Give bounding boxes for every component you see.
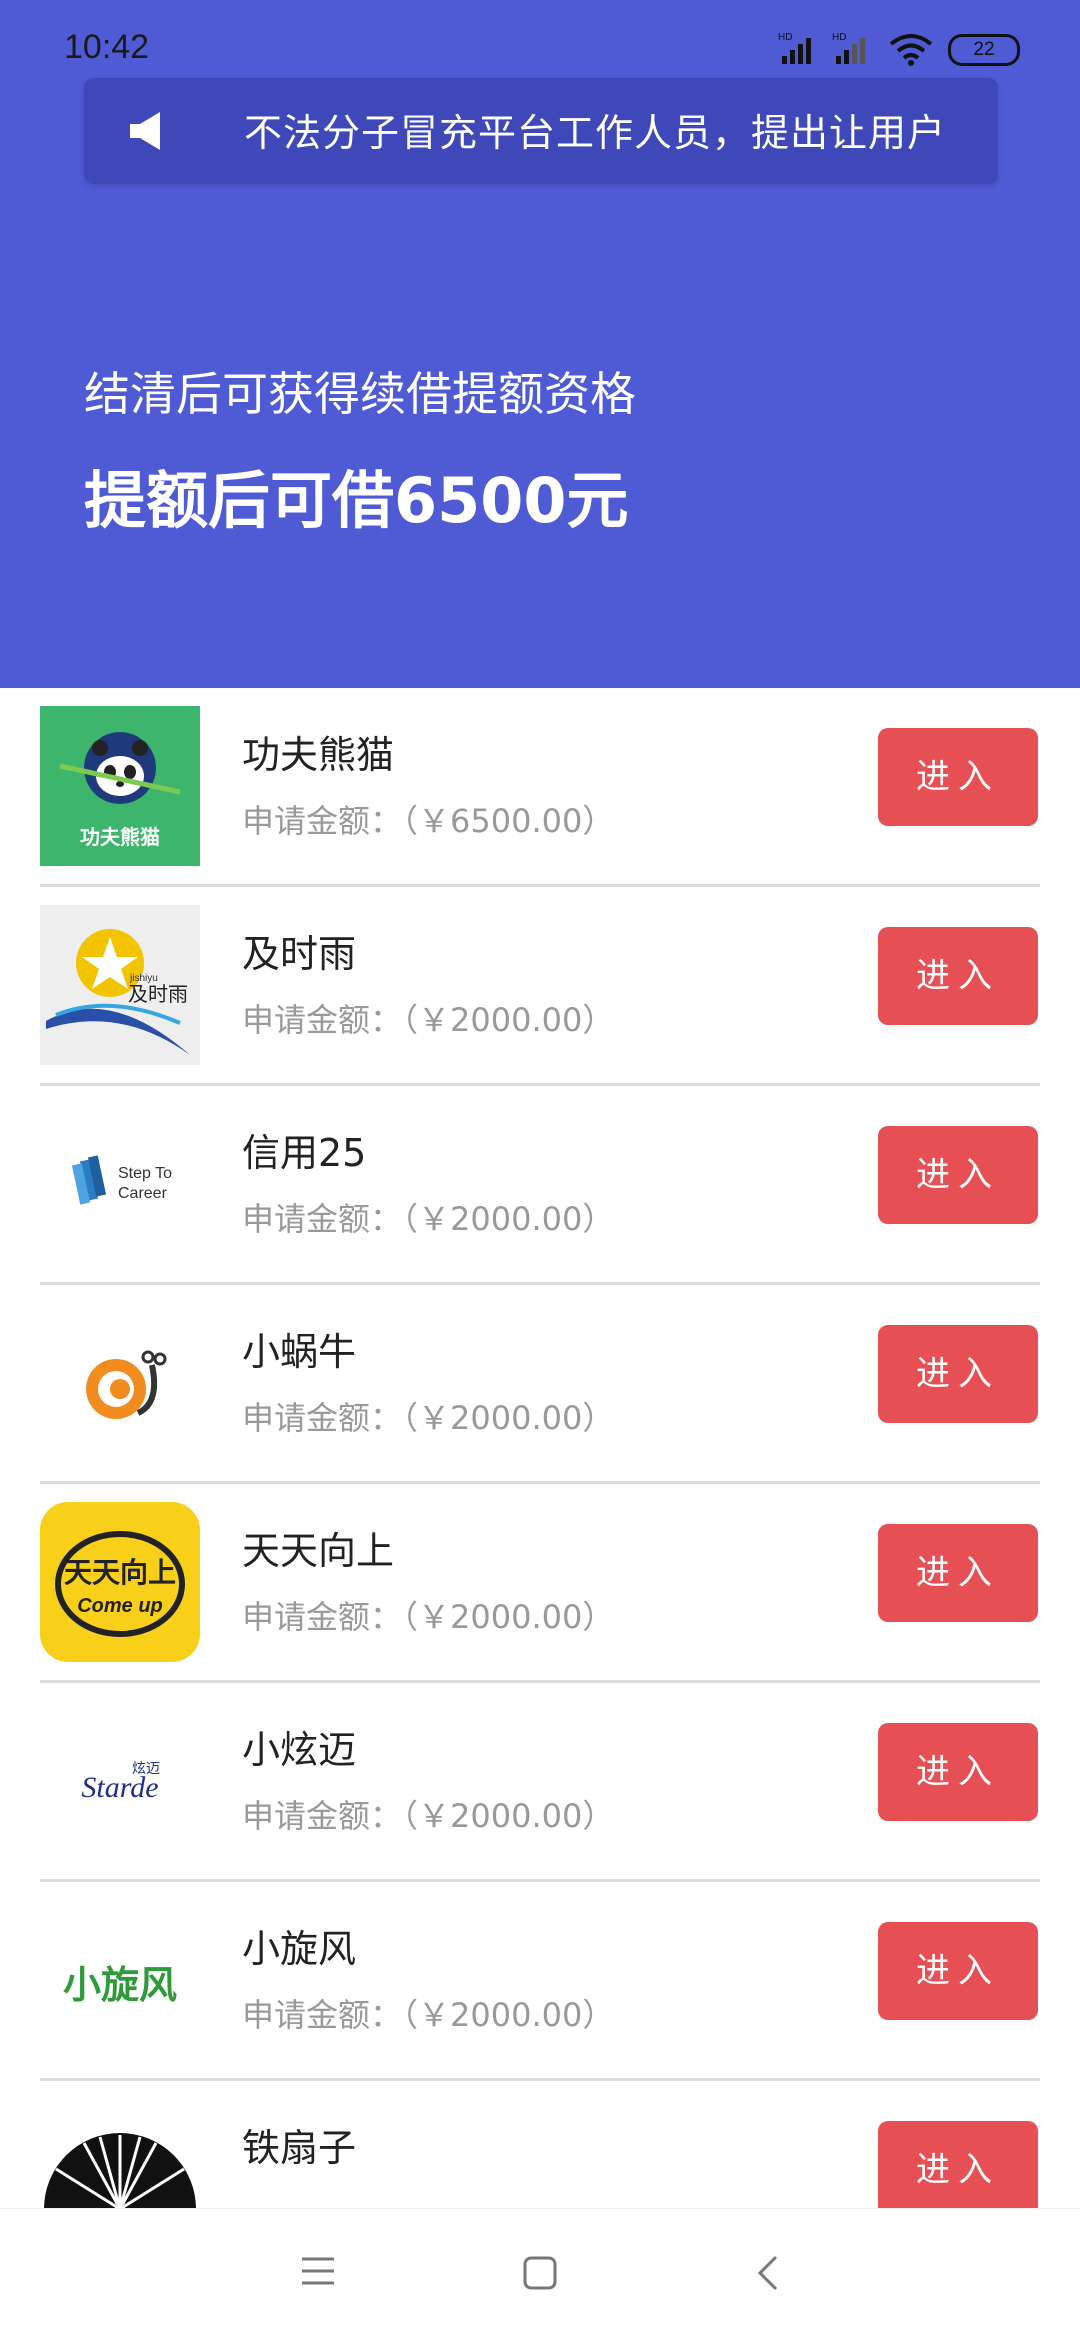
system-nav-bar xyxy=(0,2208,1080,2341)
battery-indicator: 22 xyxy=(948,34,1020,66)
svg-text:HD: HD xyxy=(832,32,846,43)
come-up-logo: 天天向上 Come up xyxy=(40,1502,200,1662)
enter-button[interactable]: 进入 xyxy=(878,1325,1038,1423)
list-item[interactable]: Step To Career 信用25 申请金额：（￥2000.00） 进入 xyxy=(0,1086,1080,1285)
enter-button[interactable]: 进入 xyxy=(878,1524,1038,1622)
home-square-icon[interactable] xyxy=(522,2255,558,2291)
list-item[interactable]: 功夫熊猫 功夫熊猫 申请金额：（￥6500.00） 进入 xyxy=(0,688,1080,887)
logo-text: Step To xyxy=(118,1165,172,1182)
signal-icon-2: HD xyxy=(832,32,865,64)
enter-button[interactable]: 进入 xyxy=(878,728,1038,826)
svg-text:HD: HD xyxy=(778,32,792,43)
list-item[interactable]: 小旋风 小旋风 申请金额：（￥2000.00） 进入 xyxy=(0,1882,1080,2081)
snail-logo xyxy=(40,1303,200,1463)
hero-title: 提额后可借6500元 xyxy=(84,464,629,537)
product-amount: 申请金额：（￥2000.00） xyxy=(242,1996,615,2034)
status-bar: 10:42 HD HD 22 xyxy=(0,0,1080,80)
product-amount: 申请金额：（￥2000.00） xyxy=(242,1797,615,1835)
enter-button[interactable]: 进入 xyxy=(878,1723,1038,1821)
jishiyu-logo: jishiyu 及时雨 xyxy=(40,905,200,1065)
logo-text: Career xyxy=(118,1185,168,1202)
enter-button[interactable]: 进入 xyxy=(878,1126,1038,1224)
menu-icon[interactable] xyxy=(300,2255,336,2287)
list-item[interactable]: 炫迈 Starde 小炫迈 申请金额：（￥2000.00） 进入 xyxy=(0,1683,1080,1882)
product-list: 功夫熊猫 功夫熊猫 申请金额：（￥6500.00） 进入 jishiyu 及时雨… xyxy=(0,688,1080,2280)
product-amount: 申请金额：（￥2000.00） xyxy=(242,1399,615,1437)
enter-button[interactable]: 进入 xyxy=(878,927,1038,1025)
list-item[interactable]: 天天向上 Come up 天天向上 申请金额：（￥2000.00） 进入 xyxy=(0,1484,1080,1683)
starde-logo: 炫迈 Starde xyxy=(40,1701,200,1861)
product-name: 天天向上 xyxy=(242,1529,395,1573)
product-name: 铁扇子 xyxy=(242,2126,357,2170)
notice-marquee[interactable]: 不法分子冒充平台工作人员，提出让用户 xyxy=(84,78,998,184)
notice-text: 不法分子冒充平台工作人员，提出让用户 xyxy=(244,111,947,155)
step-to-career-logo: Step To Career xyxy=(40,1104,200,1264)
product-name: 小蜗牛 xyxy=(242,1330,357,1374)
logo-text: 功夫熊猫 xyxy=(80,825,160,849)
back-chevron-icon[interactable] xyxy=(756,2255,780,2291)
product-name: 功夫熊猫 xyxy=(242,733,395,777)
status-time: 10:42 xyxy=(64,28,150,66)
signal-icon: HD xyxy=(778,32,811,64)
hero-subtitle: 结清后可获得续借提额资格 xyxy=(84,367,636,421)
kungfu-panda-logo: 功夫熊猫 xyxy=(40,706,200,866)
speaker-icon xyxy=(130,112,160,150)
logo-text: Starde xyxy=(81,1771,158,1804)
list-item[interactable]: 小蜗牛 申请金额：（￥2000.00） 进入 xyxy=(0,1285,1080,1484)
product-amount: 申请金额：（￥6500.00） xyxy=(242,802,615,840)
product-amount: 申请金额：（￥2000.00） xyxy=(242,1598,615,1636)
logo-text: 小旋风 xyxy=(63,1963,177,2007)
logo-text: 天天向上 xyxy=(64,1556,176,1589)
wifi-icon xyxy=(889,34,933,66)
product-amount: 申请金额：（￥2000.00） xyxy=(242,1200,615,1238)
product-name: 信用25 xyxy=(242,1131,367,1175)
logo-text: 及时雨 xyxy=(128,982,188,1006)
product-amount: 申请金额：（￥2000.00） xyxy=(242,1001,615,1039)
enter-button[interactable]: 进入 xyxy=(878,2121,1038,2219)
product-name: 小炫迈 xyxy=(242,1728,357,1772)
header-banner: 10:42 HD HD 22 不法分子冒充平台工作人员，提出让用户 结清后可获得… xyxy=(0,0,1080,688)
product-name: 小旋风 xyxy=(242,1927,357,1971)
list-item[interactable]: jishiyu 及时雨 及时雨 申请金额：（￥2000.00） 进入 xyxy=(0,887,1080,1086)
enter-button[interactable]: 进入 xyxy=(878,1922,1038,2020)
logo-text: Come up xyxy=(77,1595,163,1617)
xiaoxuanfeng-logo: 小旋风 xyxy=(40,1900,200,2060)
product-name: 及时雨 xyxy=(242,932,357,976)
